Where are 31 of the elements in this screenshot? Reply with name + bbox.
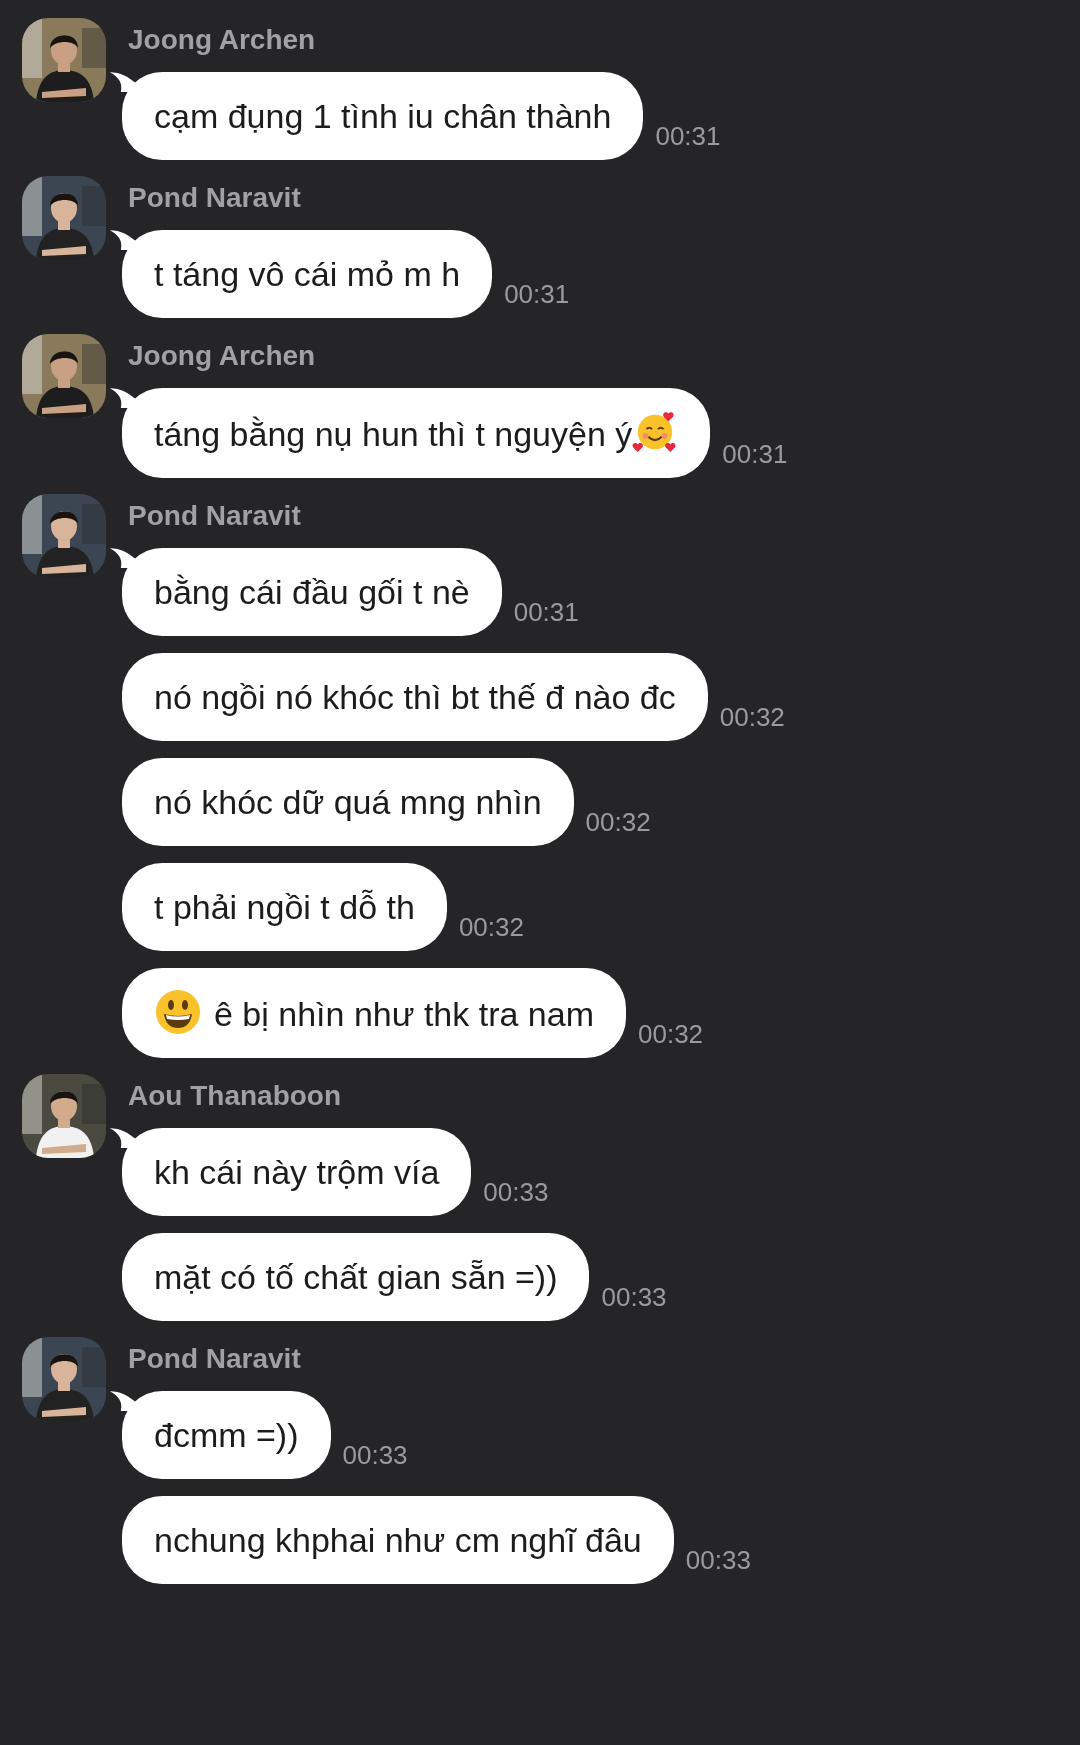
message-time: 00:32 (719, 701, 785, 734)
message-bubble: nó ngồi nó khóc thì bt thế đ nào đc (122, 653, 708, 741)
sender-name: Joong Archen (128, 339, 317, 373)
message-time: 00:33 (601, 1281, 667, 1314)
message-time: 00:33 (685, 1544, 751, 1577)
message-bubble: t táng vô cái mỏ m h (122, 230, 493, 318)
message-bubble: nchung khphai như cm nghĩ đâu (122, 1496, 674, 1584)
message-time: 00:33 (483, 1176, 549, 1209)
message-bubble: nó khóc dữ quá mng nhìn (122, 758, 574, 846)
message-time: 00:31 (655, 120, 721, 153)
message-bubble: đcmm =)) (122, 1391, 331, 1479)
message-bubble: mặt có tố chất gian sẵn =)) (122, 1233, 590, 1321)
message-time: 00:31 (504, 278, 570, 311)
message-time: 00:32 (458, 911, 524, 944)
message-bubble: ê bị nhìn như thk tra nam (122, 968, 626, 1058)
grinning-face-icon (154, 988, 202, 1036)
message-bubble: táng bằng nụ hun thì t nguyện ý (122, 388, 711, 478)
sender-name: Joong Archen (128, 23, 317, 57)
sender-name: Pond Naravit (128, 499, 302, 533)
message-bubble: bằng cái đầu gối t nè (122, 548, 502, 636)
message-time: 00:32 (585, 806, 651, 839)
message-time: 00:33 (342, 1439, 408, 1472)
message-bubble: t phải ngồi t dỗ th (122, 863, 447, 951)
message-time: 00:31 (513, 596, 579, 629)
sender-name: Pond Naravit (128, 181, 302, 215)
message-bubble: cạm đụng 1 tình iu chân thành (122, 72, 644, 160)
sender-name: Pond Naravit (128, 1342, 302, 1376)
message-bubble: kh cái này trộm vía (122, 1128, 472, 1216)
message-time: 00:32 (638, 1018, 704, 1051)
sender-name: Aou Thanaboon (128, 1079, 343, 1113)
message-time: 00:31 (722, 438, 788, 471)
